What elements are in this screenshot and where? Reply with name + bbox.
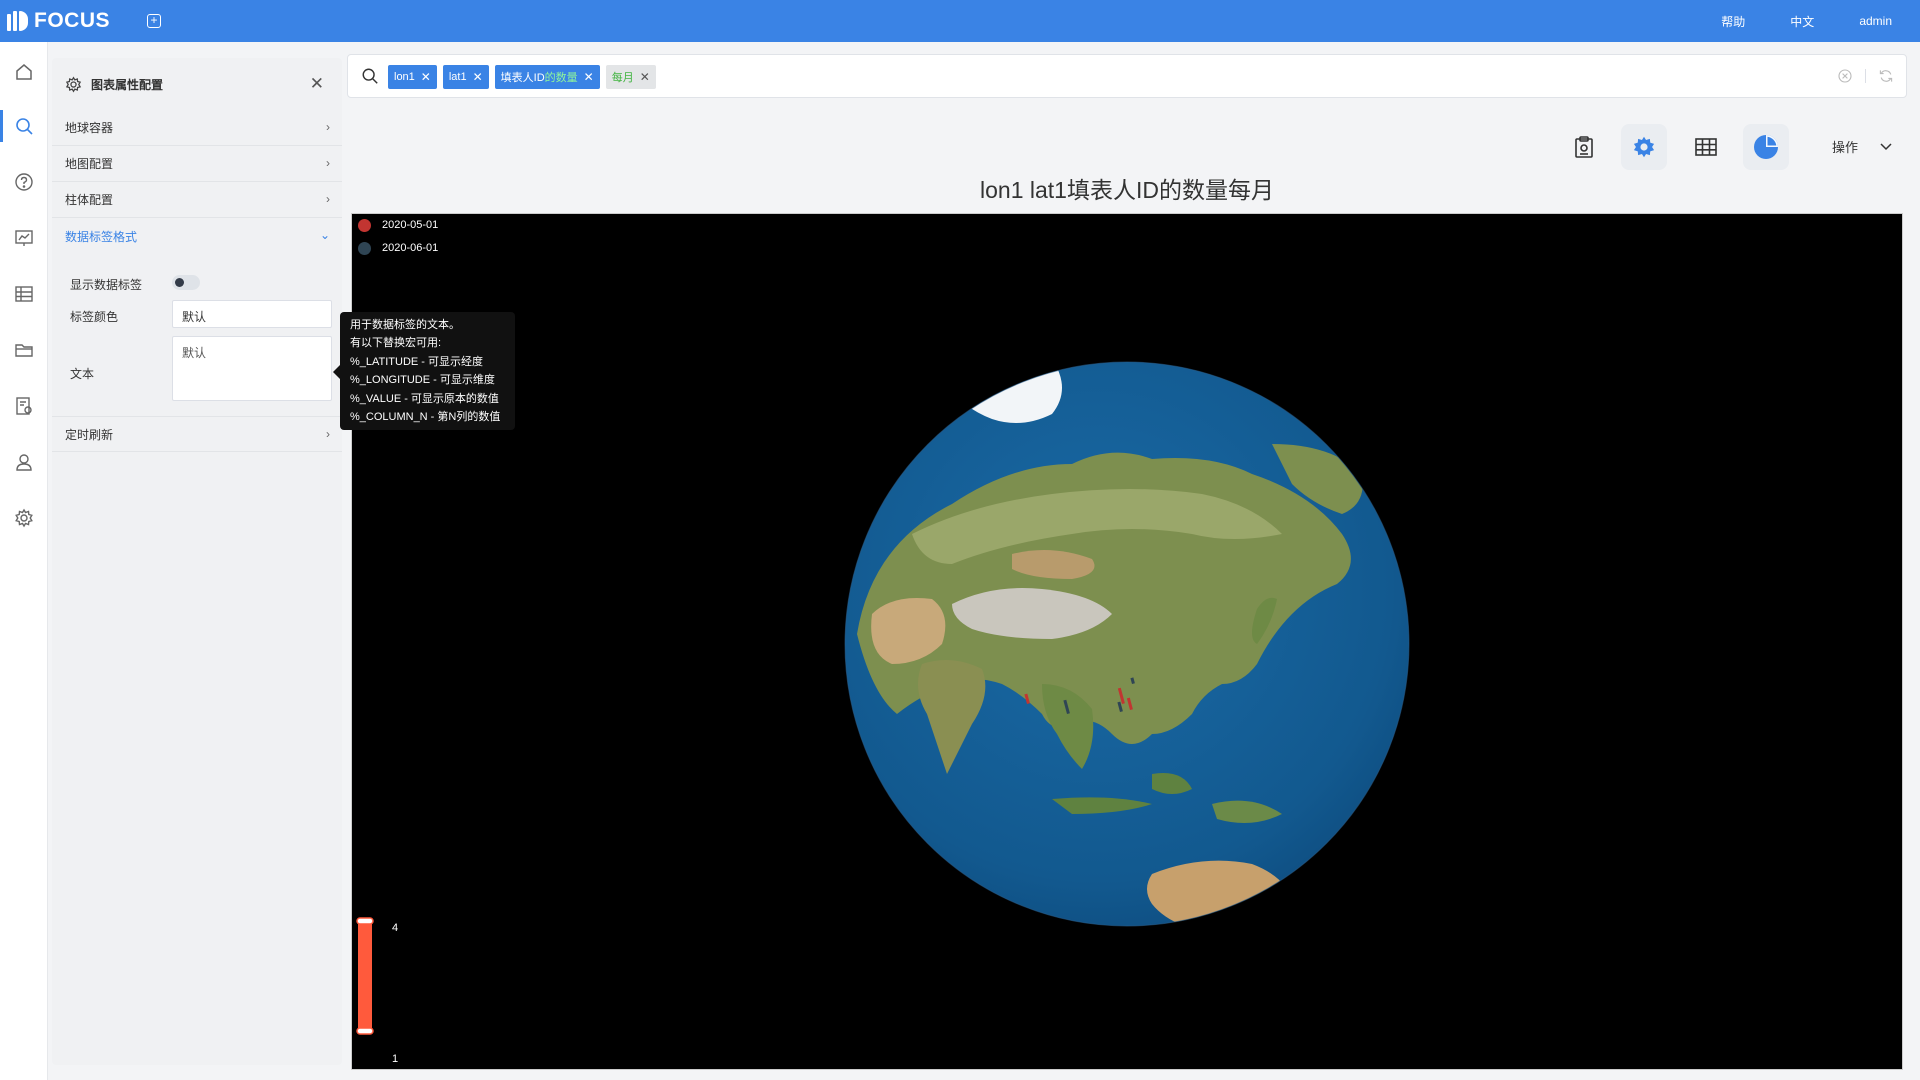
logo-mark-icon: [6, 9, 32, 33]
nav-report-settings-icon[interactable]: [0, 382, 48, 430]
chart-type-button[interactable]: [1743, 124, 1789, 170]
search-bar[interactable]: lon1 ✕ lat1 ✕ 填表人ID 的数量 ✕ 每月 ✕: [347, 54, 1907, 98]
nav-user-icon[interactable]: [0, 438, 48, 486]
nav-settings-icon[interactable]: [0, 494, 48, 542]
panel-title: 图表属性配置: [91, 77, 164, 92]
chart-config-panel: 图表属性配置 ✕ 地球容器 › 地图配置 › 柱体配置 › 数据标签格式 ⌄ 显…: [52, 58, 342, 1065]
tooltip-line: %_COLUMN_N - 第N列的数值: [350, 411, 501, 424]
search-icon: [362, 68, 378, 84]
panel-header: 图表属性配置 ✕: [52, 58, 342, 110]
app-logo[interactable]: FOCUS: [6, 8, 110, 34]
section-data-label-format[interactable]: 数据标签格式 ⌄: [52, 218, 342, 254]
section-timed-refresh[interactable]: 定时刷新 ›: [52, 416, 342, 452]
tooltip-line: %_LATITUDE - 可显示经度: [350, 355, 484, 368]
operations-dropdown[interactable]: 操作: [1832, 137, 1892, 156]
remove-chip-icon[interactable]: ✕: [640, 70, 650, 84]
gear-icon: [65, 75, 82, 93]
text-input[interactable]: 默认: [172, 336, 332, 401]
nav-dashboard-icon[interactable]: [0, 214, 48, 262]
section-label: 地球容器: [65, 121, 114, 135]
tooltip-line: %_VALUE - 可显示原本的数值: [350, 392, 499, 405]
top-bar: FOCUS + 帮助 中文 admin: [0, 0, 1920, 42]
gear-icon: [1633, 136, 1655, 158]
pie-chart-icon: [1754, 135, 1778, 159]
section-label: 柱体配置: [65, 193, 114, 207]
help-link[interactable]: 帮助: [1721, 13, 1745, 30]
globe-canvas: [844, 361, 1410, 927]
nav-table-icon[interactable]: [0, 270, 48, 318]
remove-chip-icon[interactable]: ✕: [584, 70, 594, 84]
table-view-button[interactable]: [1683, 124, 1729, 170]
operations-label: 操作: [1832, 140, 1859, 155]
show-label-label: 显示数据标签: [70, 278, 143, 292]
user-menu[interactable]: admin: [1859, 14, 1892, 28]
label-color-label: 标签颜色: [70, 310, 119, 324]
visual-map-min: 1: [392, 1053, 399, 1065]
section-label: 地图配置: [65, 157, 114, 171]
left-nav: [0, 42, 48, 1080]
chevron-right-icon: ›: [326, 192, 330, 206]
tooltip-line: %_LONGITUDE - 可显示维度: [350, 374, 495, 387]
chip-label: lat1: [448, 71, 467, 83]
table-icon: [1695, 138, 1717, 156]
search-chip-filler-id-count[interactable]: 填表人ID 的数量 ✕: [494, 65, 600, 89]
show-label-toggle[interactable]: [172, 275, 200, 290]
text-help-tooltip: 用于数据标签的文本。 有以下替换宏可用: %_LATITUDE - 可显示经度 …: [333, 312, 515, 430]
chart-title: lon1 lat1填表人ID的数量每月: [980, 177, 1274, 203]
section-bar-config[interactable]: 柱体配置 ›: [52, 182, 342, 218]
nav-home-icon[interactable]: [0, 48, 48, 96]
tooltip-line: 有以下替换宏可用:: [350, 337, 442, 350]
chart-settings-button[interactable]: [1621, 124, 1667, 170]
label-color-select[interactable]: 默认: [172, 300, 332, 328]
section-label: 定时刷新: [65, 427, 114, 442]
refresh-icon[interactable]: [1878, 68, 1894, 84]
section-label: 数据标签格式: [65, 229, 138, 244]
chip-label: lon1: [394, 71, 415, 83]
text-label: 文本: [70, 367, 95, 381]
language-switch[interactable]: 中文: [1790, 13, 1814, 30]
nav-folder-icon[interactable]: [0, 326, 48, 374]
chevron-right-icon: ›: [326, 427, 330, 441]
chip-label: 每月: [611, 72, 634, 84]
visual-map-slider[interactable]: [354, 916, 384, 1036]
chip-label: 填表人ID: [500, 72, 545, 84]
close-icon[interactable]: ✕: [310, 75, 324, 92]
section-map-config[interactable]: 地图配置 ›: [52, 146, 342, 182]
clipboard-button[interactable]: [1561, 124, 1607, 170]
chevron-right-icon: ›: [326, 120, 330, 134]
add-tab-icon[interactable]: +: [147, 14, 161, 28]
clear-search-icon[interactable]: [1837, 68, 1853, 84]
chevron-down-icon: [1880, 142, 1892, 150]
visual-map-max: 4: [392, 922, 399, 934]
search-chip-lat1[interactable]: lat1 ✕: [442, 65, 489, 89]
nav-search-icon[interactable]: [0, 102, 48, 150]
section-globe-container[interactable]: 地球容器 ›: [52, 110, 342, 146]
nav-help-icon[interactable]: [0, 158, 48, 206]
app-name: FOCUS: [34, 9, 110, 32]
globe-chart[interactable]: 2020-05-01 2020-06-01 4 1: [351, 213, 1903, 1070]
search-chip-monthly[interactable]: 每月 ✕: [605, 65, 656, 89]
chevron-right-icon: ›: [326, 156, 330, 170]
remove-chip-icon[interactable]: ✕: [473, 70, 483, 84]
tooltip-line: 用于数据标签的文本。: [350, 319, 460, 331]
clipboard-icon: [1575, 136, 1593, 158]
chip-aggregation: 的数量: [544, 72, 578, 84]
remove-chip-icon[interactable]: ✕: [421, 70, 431, 84]
search-chip-lon1[interactable]: lon1 ✕: [388, 65, 437, 89]
chevron-down-icon: ⌄: [319, 228, 330, 242]
